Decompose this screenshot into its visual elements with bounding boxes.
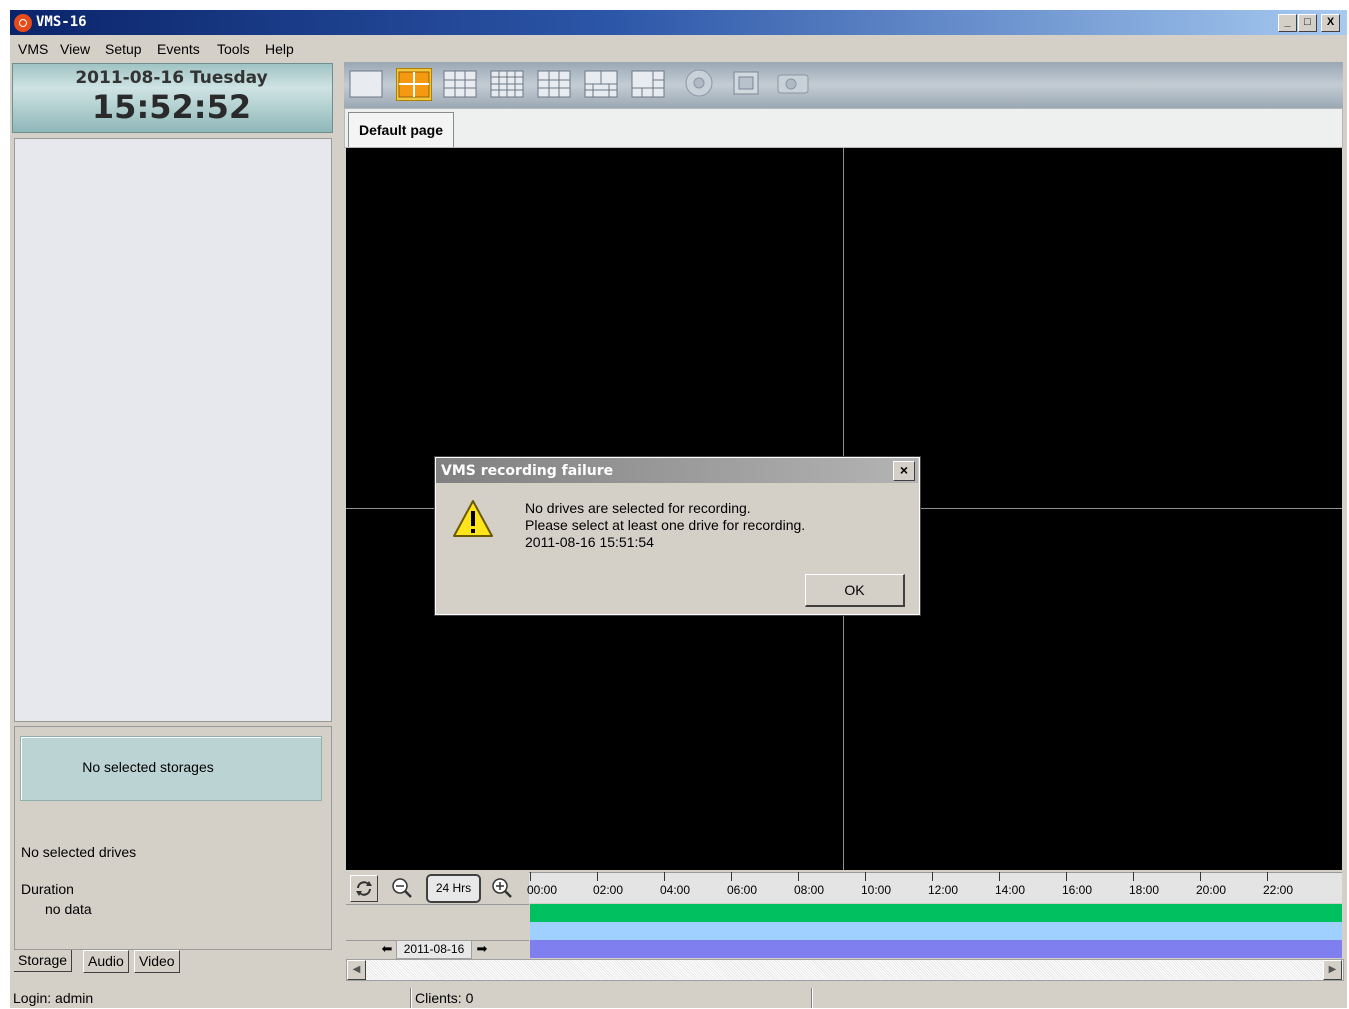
tab-default-page[interactable]: Default page — [348, 112, 455, 147]
zoom-in-icon[interactable] — [489, 875, 515, 900]
prev-date-arrow-icon[interactable]: ⬅ — [378, 941, 396, 957]
dialog-message-line1: No drives are selected for recording. — [525, 500, 751, 516]
page-tabs-bar — [344, 108, 1343, 148]
snapshot-icon[interactable] — [776, 68, 810, 99]
zoom-out-icon[interactable] — [389, 875, 415, 900]
hour-label: 10:00 — [861, 883, 892, 897]
maximize-button[interactable]: □ — [1298, 14, 1317, 32]
drives-text: No selected drives — [21, 844, 137, 860]
tick — [1267, 872, 1268, 881]
duration-label: Duration — [21, 881, 74, 897]
hour-label: 12:00 — [928, 883, 959, 897]
layout-1plus5-icon[interactable] — [537, 68, 571, 99]
hour-label: 06:00 — [727, 883, 758, 897]
ok-button[interactable]: OK — [805, 574, 905, 607]
timeline-scrollbar[interactable] — [346, 959, 1344, 981]
zoom-level-button[interactable]: 24 Hrs — [426, 874, 481, 903]
tick — [731, 872, 732, 881]
clock-time: 15:52:52 — [91, 88, 252, 126]
storage-box-label: No selected storages — [82, 759, 214, 775]
menu-setup[interactable]: Setup — [105, 41, 142, 57]
minimize-button[interactable]: _ — [1278, 14, 1297, 32]
status-clients: Clients: 0 — [415, 990, 474, 1006]
dialog-close-button[interactable]: × — [893, 461, 915, 481]
menu-tools[interactable]: Tools — [217, 41, 250, 57]
status-separator — [811, 988, 812, 1008]
scroll-left-arrow-icon[interactable]: ◀ — [347, 960, 366, 980]
hour-label: 20:00 — [1196, 883, 1227, 897]
scroll-right-arrow-icon[interactable]: ▶ — [1323, 960, 1342, 980]
tick — [530, 872, 531, 881]
ptz-icon[interactable] — [682, 68, 716, 99]
dialog-title: VMS recording failure — [441, 463, 614, 479]
layout-mixed-icon[interactable] — [631, 68, 665, 99]
tick — [1200, 872, 1201, 881]
layout-4x4-icon[interactable] — [490, 68, 524, 99]
layout-3x3-icon[interactable] — [443, 68, 477, 99]
layout-1x1-icon[interactable] — [349, 68, 383, 99]
status-separator — [410, 988, 411, 1008]
hour-label: 16:00 — [1062, 883, 1093, 897]
layout-1plus7-icon[interactable] — [584, 68, 618, 99]
dialog-message-line2: Please select at least one drive for rec… — [525, 517, 806, 533]
hour-label: 04:00 — [660, 883, 691, 897]
hour-label: 08:00 — [794, 883, 825, 897]
app-logo-icon[interactable] — [14, 14, 32, 32]
tick — [664, 872, 665, 881]
warning-icon — [452, 498, 494, 540]
tick — [1066, 872, 1067, 881]
tick — [798, 872, 799, 881]
camera-list-panel[interactable] — [14, 138, 332, 722]
fullscreen-icon[interactable] — [729, 68, 763, 99]
layout-2x2-icon[interactable] — [396, 68, 432, 101]
next-date-arrow-icon[interactable]: ➡ — [473, 941, 491, 957]
hour-label: 18:00 — [1129, 883, 1160, 897]
tab-video[interactable]: Video — [134, 950, 180, 973]
sync-icon[interactable] — [350, 875, 378, 902]
status-login: Login: admin — [13, 990, 94, 1006]
tick — [1133, 872, 1134, 881]
timeline-track-1[interactable] — [530, 904, 1342, 922]
close-button[interactable]: X — [1321, 14, 1340, 32]
menu-bar — [10, 37, 1347, 61]
clock-date: 2011-08-16 Tuesday — [75, 68, 268, 88]
timeline-track-3[interactable] — [530, 940, 1342, 958]
tab-audio[interactable]: Audio — [83, 950, 129, 973]
menu-view[interactable]: View — [60, 41, 90, 57]
duration-value: no data — [45, 901, 92, 917]
tick — [597, 872, 598, 881]
hour-label: 00:00 — [527, 883, 558, 897]
tab-storage[interactable]: Storage — [14, 950, 73, 972]
menu-vms[interactable]: VMS — [18, 41, 48, 57]
hour-label: 14:00 — [995, 883, 1026, 897]
hour-label: 22:00 — [1263, 883, 1294, 897]
hour-label: 02:00 — [593, 883, 624, 897]
tick — [932, 872, 933, 881]
timeline-track-2[interactable] — [530, 922, 1342, 940]
tick — [999, 872, 1000, 881]
tick — [865, 872, 866, 881]
timeline-date: 2011-08-16 — [396, 940, 472, 959]
dialog-timestamp: 2011-08-16 15:51:54 — [525, 534, 654, 550]
status-bar — [10, 986, 1347, 1008]
timeline-label-area — [346, 904, 529, 941]
menu-events[interactable]: Events — [157, 41, 200, 57]
window-title: VMS-16 — [36, 14, 87, 30]
menu-help[interactable]: Help — [265, 41, 294, 57]
title-bar[interactable] — [10, 10, 1347, 35]
